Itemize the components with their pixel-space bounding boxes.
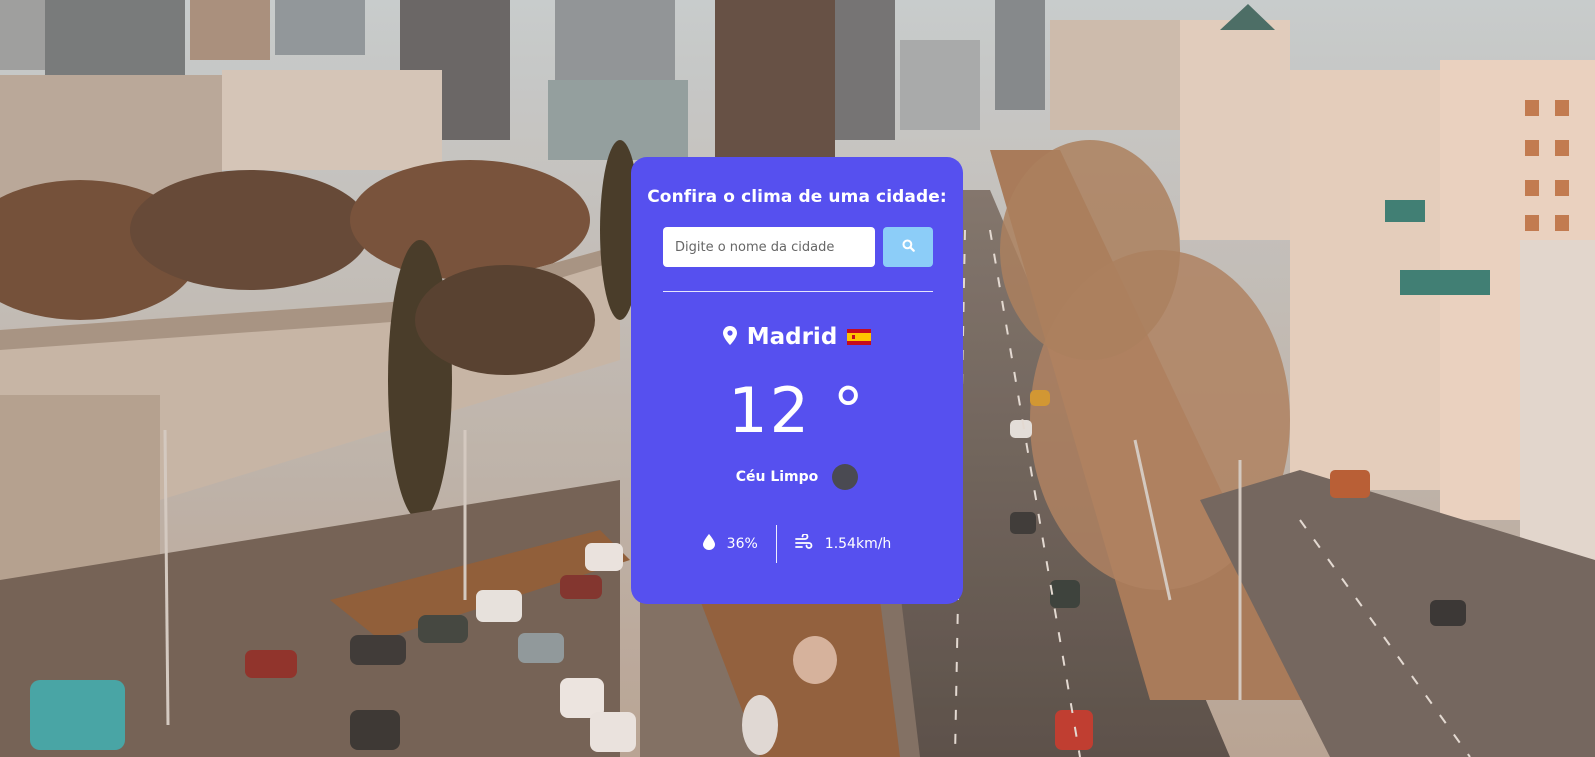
description-row: Céu Limpo (631, 462, 963, 492)
location-pin-icon (722, 325, 737, 349)
droplet-icon (702, 534, 715, 554)
search-title: Confira o clima de uma cidade: (647, 187, 947, 207)
weather-details: 36% 1.54km/h (631, 525, 963, 563)
wind-detail: 1.54km/h (794, 533, 892, 554)
wind-value: 1.54km/h (824, 536, 892, 552)
search-form (663, 227, 933, 267)
humidity-value: 36% (726, 536, 758, 552)
card-divider (663, 291, 933, 292)
weather-card: Confira o clima de uma cidade: Digite o … (631, 157, 963, 604)
city-search-input[interactable] (663, 227, 875, 267)
search-button[interactable] (883, 227, 933, 267)
app-page: Confira o clima de uma cidade: Digite o … (0, 0, 1595, 757)
spain-flag-icon (847, 329, 872, 345)
city-row: Madrid (631, 321, 963, 353)
search-icon (901, 239, 915, 255)
weather-description: Céu Limpo (735, 469, 819, 485)
weather-icon (832, 464, 859, 490)
humidity-detail: 36% (702, 534, 758, 554)
details-divider (775, 525, 777, 563)
temperature: 12 ° (728, 374, 866, 447)
city-name: Madrid (746, 324, 838, 350)
wind-icon (794, 533, 813, 554)
